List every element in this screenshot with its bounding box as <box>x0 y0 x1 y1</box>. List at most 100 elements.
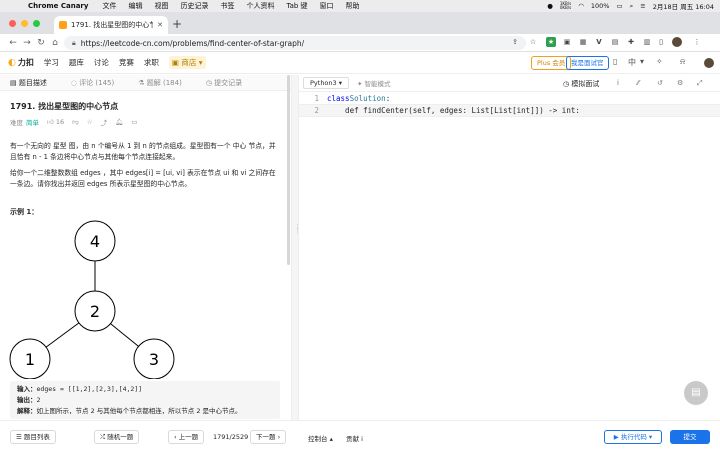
menu-app-name[interactable]: Chrome Canary <box>28 2 88 10</box>
nav-discuss[interactable]: 讨论 <box>94 57 109 68</box>
language-switch[interactable]: 中 <box>628 57 636 68</box>
nav-contest[interactable]: 竞赛 <box>119 57 134 68</box>
menu-edit[interactable]: 编辑 <box>128 1 142 11</box>
menu-view[interactable]: 视图 <box>154 1 168 11</box>
bulb-icon[interactable]: ✧ <box>656 57 663 66</box>
reload-icon[interactable]: ↻ <box>34 38 48 48</box>
menubar-status-icon[interactable]: ● <box>547 2 553 10</box>
lock-icon[interactable]: 🔒︎ <box>72 39 76 48</box>
close-tab-icon[interactable]: ✕ <box>157 21 163 29</box>
menu-bookmarks[interactable]: 书签 <box>220 1 234 11</box>
prev-problem-label: 上一题 <box>178 433 199 441</box>
smart-mode-toggle[interactable]: ✦ 智能模式 <box>357 78 391 88</box>
console-toggle[interactable]: 控制台 ▴ <box>308 433 333 443</box>
net-down-text: 0KB/s <box>559 5 572 10</box>
code-line-2[interactable]: 2 def findCenter(self, edges: List[List[… <box>299 104 720 117</box>
nav-jobs[interactable]: 求职 <box>144 57 159 68</box>
leetcode-favicon-icon <box>59 21 67 29</box>
device-icon[interactable]: ▯ <box>613 57 617 66</box>
minimize-window-button[interactable] <box>21 20 28 27</box>
nav-shop[interactable]: ▣ 商店 ▾ <box>168 56 206 69</box>
random-problem-button[interactable]: ⤮ 随机一题 <box>94 430 140 444</box>
side-panel-icon[interactable]: ▯ <box>656 37 666 47</box>
format-icon[interactable]: ⁄⁄ <box>637 79 639 87</box>
prev-problem-button[interactable]: ‹ 上一题 <box>168 430 205 444</box>
share-icon[interactable]: ⇪ <box>510 37 520 47</box>
graph-node-label-3: 3 <box>149 350 159 369</box>
battery-text[interactable]: 100% <box>591 2 610 10</box>
problem-subtabs: ▤ 题目描述 ◌ 评论 (145) ⚗ 题解 (184) ◷ 提交记录 <box>0 75 291 91</box>
home-icon[interactable]: ⌂ <box>48 38 62 48</box>
control-center-icon[interactable]: ≡ <box>640 2 645 10</box>
menu-profile[interactable]: 个人资料 <box>246 1 274 11</box>
extension-box-icon[interactable]: ▣ <box>562 37 572 47</box>
panel-divider[interactable]: ⋮ ⋮ <box>291 75 301 420</box>
back-icon[interactable]: ← <box>6 38 20 48</box>
tab-submissions[interactable]: ◷ 提交记录 <box>206 78 242 88</box>
leetcode-logo-icon: ◐ <box>8 57 16 68</box>
wifi-icon[interactable]: ◠ <box>578 2 584 10</box>
next-problem-button[interactable]: 下一题 › <box>250 430 287 444</box>
contribute-button[interactable]: 贡献 i <box>346 433 363 443</box>
like-button[interactable]: 👍︎ 16 <box>47 118 64 126</box>
dislike-icon[interactable]: 👎︎ <box>72 118 79 126</box>
nav-problems[interactable]: 题库 <box>69 57 84 68</box>
tab-submissions-label: 提交记录 <box>214 78 243 87</box>
menu-tab[interactable]: Tab 键 <box>286 1 307 11</box>
menu-window[interactable]: 窗口 <box>320 1 334 11</box>
menu-file[interactable]: 文件 <box>102 1 116 11</box>
run-code-button[interactable]: ▶ 执行代码 ▾ <box>604 430 662 444</box>
tab-solutions[interactable]: ⚗ 题解 (184) <box>138 78 182 88</box>
forward-icon[interactable]: → <box>20 38 34 48</box>
problem-list-button[interactable]: ☰ 题目列表 <box>10 430 56 444</box>
tab-comments[interactable]: ◌ 评论 (145) <box>71 78 114 88</box>
tab-description[interactable]: ▤ 题目描述 <box>10 78 47 88</box>
search-icon[interactable]: ⌕ <box>630 2 634 11</box>
bookmark-star-icon[interactable]: ☆ <box>528 37 538 47</box>
menu-history[interactable]: 历史记录 <box>180 1 208 11</box>
datetime[interactable]: 2月18日 周五 16:04 <box>653 1 714 11</box>
problem-scrollbar[interactable] <box>287 75 290 265</box>
extension-green-icon[interactable]: ★ <box>546 37 556 47</box>
maximize-window-button[interactable] <box>33 20 40 27</box>
reading-list-icon[interactable]: ▥ <box>642 37 652 47</box>
problem-description: 有一个无向的 星型 图，由 n 个编号从 1 到 n 的节点组成。星型图有一个 … <box>10 141 282 189</box>
extension-grid-icon[interactable]: ▦ <box>578 37 588 47</box>
problem-meta: 难度 简单 👍︎ 16 👎︎ ☆ ⤴ 🔔︎ ▭ <box>10 117 281 127</box>
settings-gear-icon[interactable]: ⚙ <box>677 79 683 87</box>
menu-help[interactable]: 帮助 <box>346 1 360 11</box>
interviewer-button[interactable]: 我是面试官 <box>566 56 609 70</box>
reset-icon[interactable]: ↺ <box>657 79 663 87</box>
feedback-float-button[interactable]: ▤ <box>684 381 708 405</box>
info-icon[interactable]: i <box>617 79 619 87</box>
leetcode-logo[interactable]: ◐ 力扣 <box>8 57 34 68</box>
close-window-button[interactable] <box>9 20 16 27</box>
browser-menu-icon[interactable]: ⋮ <box>692 37 702 47</box>
language-select[interactable]: Python3 ▾ <box>303 77 350 89</box>
notification-bell-icon[interactable]: ⍾ <box>680 57 685 67</box>
code-area[interactable]: 1 class Solution: 2 def findCenter(self, … <box>299 93 720 117</box>
favorite-star-icon[interactable]: ☆ <box>87 118 93 126</box>
bell-subscribe-icon[interactable]: 🔔︎ <box>115 118 123 126</box>
like-count: 16 <box>55 118 65 126</box>
submit-button[interactable]: 提交 <box>670 430 710 444</box>
example-output-line: 输出：2 <box>17 395 273 406</box>
new-tab-icon[interactable]: + <box>172 17 182 31</box>
browser-tab[interactable]: 1791. 找出星型图的中心节点 - 力 ✕ <box>54 16 168 34</box>
extension-panel-icon[interactable]: ▤ <box>610 37 620 47</box>
extensions-puzzle-icon[interactable]: ✚ <box>626 37 636 47</box>
fullscreen-icon[interactable]: ⤢ <box>697 79 703 88</box>
problem-panel: ▤ 题目描述 ◌ 评论 (145) ⚗ 题解 (184) ◷ 提交记录 1791… <box>0 75 291 420</box>
address-bar[interactable]: 🔒︎ https://leetcode-cn.com/problems/find… <box>64 36 526 50</box>
language-value: Python3 <box>310 79 337 87</box>
example-box: 输入：edges = [[1,2],[2,3],[4,2]] 输出：2 解释：如… <box>10 381 280 419</box>
feedback-icon[interactable]: ▭ <box>131 118 137 126</box>
share-link-icon[interactable]: ⤴ <box>101 117 108 127</box>
nav-learn[interactable]: 学习 <box>44 57 59 68</box>
code-line-1[interactable]: 1 class Solution: <box>299 93 720 104</box>
extension-v-icon[interactable]: V <box>594 37 604 47</box>
mock-interview-button[interactable]: ◷ 模拟面试 <box>563 79 599 89</box>
profile-avatar[interactable] <box>672 37 682 47</box>
user-avatar[interactable] <box>704 58 714 68</box>
language-dropdown-icon[interactable]: ▾ <box>640 57 644 66</box>
